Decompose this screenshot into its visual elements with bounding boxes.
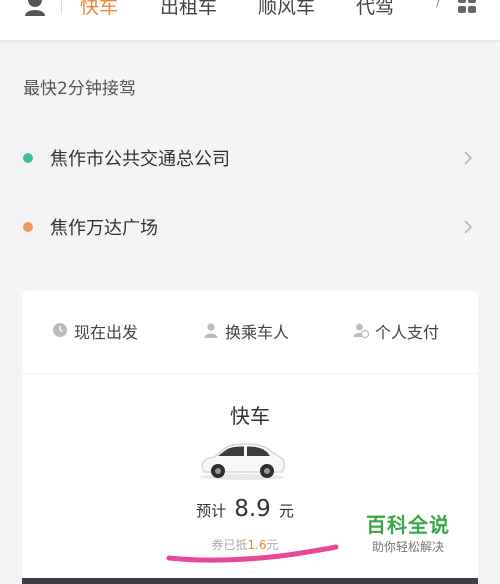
- tab-express[interactable]: 快车: [80, 0, 118, 19]
- option-label: 换乘车人: [225, 323, 290, 342]
- ride-options-row: 现在出发 换乘车人 个人支付: [22, 291, 478, 374]
- clock-icon: [53, 323, 67, 337]
- watermark-subtitle: 助你轻松解决: [372, 540, 445, 554]
- option-label: 现在出发: [74, 323, 139, 342]
- destination-dot: [23, 222, 33, 232]
- eta-text: 最快2分钟接驾: [23, 79, 136, 99]
- nav-slash: /: [436, 0, 441, 10]
- price-value: 8.9: [234, 496, 271, 522]
- tab-taxi[interactable]: 出租车: [160, 0, 217, 19]
- pickup-location-text: 焦作市公共交通总公司: [50, 149, 230, 170]
- watermark-logo: 百科全说: [366, 513, 450, 537]
- price-prefix: 预计: [196, 502, 227, 520]
- payment-icon: [353, 323, 369, 338]
- car-type-title: 快车: [230, 404, 270, 428]
- highlight-underline: [166, 544, 339, 563]
- top-nav: 快车 出租车 顺风车 代驾 /: [0, 0, 500, 40]
- confirm-bar[interactable]: [22, 578, 478, 584]
- tab-designated-driver[interactable]: 代驾: [356, 0, 394, 19]
- car-icon: [200, 443, 285, 480]
- person-icon: [204, 323, 218, 338]
- option-label: 个人支付: [375, 323, 440, 342]
- grid-icon[interactable]: [457, 0, 477, 14]
- price-unit: 元: [278, 502, 294, 520]
- nav-divider: [61, 0, 62, 14]
- pickup-location-row[interactable]: 焦作市公共交通总公司: [0, 138, 500, 178]
- chevron-right-icon: [464, 220, 473, 234]
- chevron-right-icon: [464, 151, 473, 165]
- person-icon[interactable]: [24, 0, 46, 16]
- pickup-dot: [23, 153, 33, 163]
- destination-location-row[interactable]: 焦作万达广场: [0, 207, 500, 247]
- tab-hitch[interactable]: 顺风车: [258, 0, 315, 19]
- destination-location-text: 焦作万达广场: [50, 218, 158, 239]
